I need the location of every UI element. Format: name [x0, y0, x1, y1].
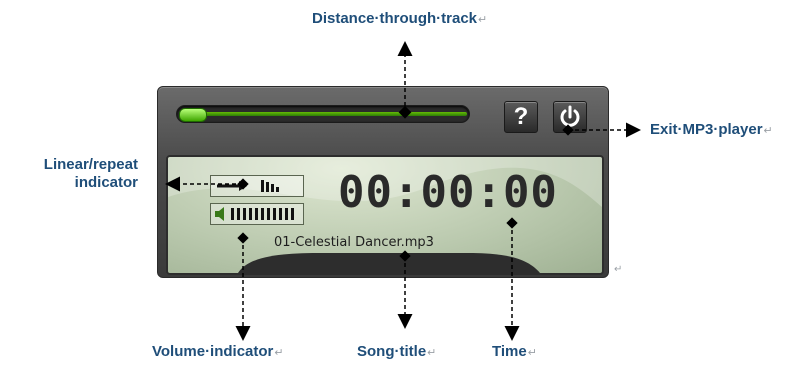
- arrow-distance: [397, 41, 413, 119]
- arrow-volume: [235, 232, 251, 341]
- arrow-time: [504, 217, 520, 341]
- arrow-song-title: [397, 250, 413, 329]
- arrow-linear-repeat: [165, 176, 249, 192]
- annotation-arrows: [165, 41, 641, 341]
- arrow-exit: [562, 122, 641, 138]
